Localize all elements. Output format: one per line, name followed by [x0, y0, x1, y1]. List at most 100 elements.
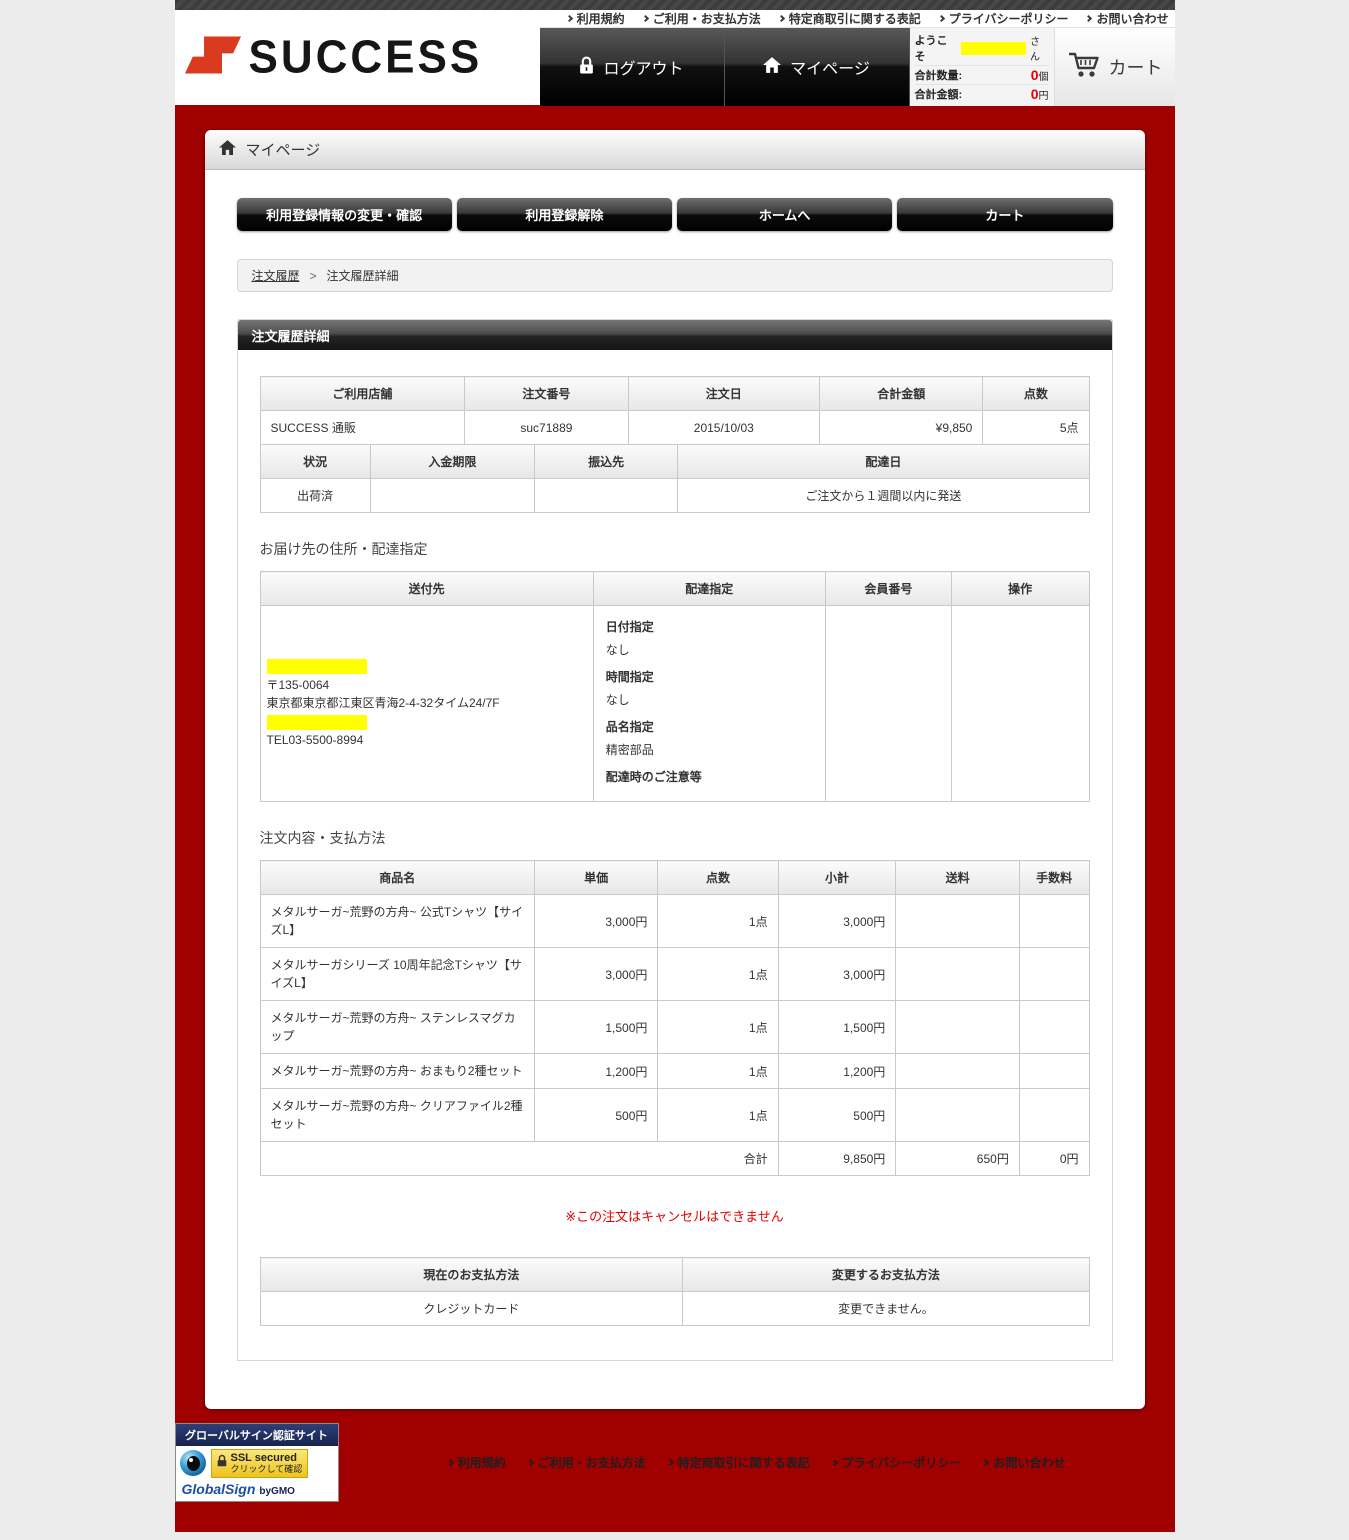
transfer-destination-value	[534, 479, 677, 513]
chevron-right-icon	[778, 15, 785, 22]
cart-icon	[1067, 50, 1101, 85]
redacted-address-part	[267, 715, 367, 730]
col-qty: 点数	[658, 861, 778, 895]
delivery-row: 〒135-0064 東京都東京都江東区青海2-4-32タイム24/7F TEL0…	[260, 606, 1089, 802]
breadcrumb-current: 注文履歴詳細	[327, 267, 399, 284]
breadcrumb-order-history-link[interactable]: 注文履歴	[252, 267, 300, 284]
seal-title: グローバルサイン認証サイト	[176, 1424, 338, 1446]
col-subtotal: 小計	[778, 861, 896, 895]
globalsign-brand: GlobalSign	[182, 1481, 256, 1497]
order-status-table: 状況 入金期限 振込先 配達日 出荷済 ご注文から１週間以内に発送	[260, 445, 1090, 513]
col-order-date: 注文日	[628, 377, 819, 411]
ssl-badge-text: SSL secured クリックして確認	[231, 1452, 303, 1475]
footer-link-privacy[interactable]: プライバシーポリシー	[832, 1454, 962, 1471]
nav-link-privacy[interactable]: プライバシーポリシー	[939, 10, 1069, 27]
order-number: suc71889	[465, 411, 628, 445]
card-inner: 利用登録情報の変更・確認 利用登録解除 ホームへ カート 注文履歴 > 注文履歴…	[205, 170, 1145, 1361]
item-row: メタルサーガ~荒野の方舟~ ステンレスマグカップ 1,500円 1点 1,500…	[260, 1001, 1089, 1054]
chevron-right-icon	[527, 1459, 534, 1466]
col-delivery-spec: 配達指定	[593, 572, 825, 606]
globalsign-seal[interactable]: グローバルサイン認証サイト SSL secured クリックして確認	[175, 1423, 339, 1502]
cart-button[interactable]: カート	[1055, 28, 1175, 106]
content-card: マイページ 利用登録情報の変更・確認 利用登録解除 ホームへ カート 注文履歴 …	[205, 130, 1145, 1409]
col-payment-deadline: 入金期限	[370, 445, 534, 479]
total-amount-value: 0	[1031, 86, 1039, 102]
footer-link-contact[interactable]: お問い合わせ	[983, 1454, 1065, 1471]
order-detail-panel: 注文履歴詳細 ご利用店舗 注文番号 注文日 合計金額 点数	[237, 319, 1113, 1361]
order-date: 2015/10/03	[628, 411, 819, 445]
footer-link-commerce-law[interactable]: 特定商取引に関する表記	[668, 1454, 810, 1471]
order-items-table: 商品名 単価 点数 小計 送料 手数料 メタルサーガ~荒野の方舟~ 公式Tシャツ…	[260, 860, 1090, 1176]
seal-body: SSL secured クリックして確認	[176, 1446, 338, 1481]
item-row: メタルサーガ~荒野の方舟~ クリアファイル2種セット 500円 1点 500円	[260, 1089, 1089, 1142]
chevron-right-icon	[1085, 15, 1092, 22]
home-button[interactable]: ホームへ	[677, 198, 892, 231]
payment-row: クレジットカード 変更できません。	[260, 1292, 1089, 1326]
ship-to-cell: 〒135-0064 東京都東京都江東区青海2-4-32タイム24/7F TEL0…	[260, 606, 593, 802]
home-icon	[763, 57, 781, 78]
order-status-row: 出荷済 ご注文から１週間以内に発送	[260, 479, 1089, 513]
col-ship-to: 送付先	[260, 572, 593, 606]
cart-nav-button[interactable]: カート	[897, 198, 1112, 231]
nav-link-commerce-law[interactable]: 特定商取引に関する表記	[779, 10, 921, 27]
postal-code: 〒135-0064	[267, 676, 587, 695]
order-summary-row: SUCCESS 通販 suc71889 2015/10/03 ¥9,850 5点	[260, 411, 1089, 445]
col-shipping: 送料	[896, 861, 1020, 895]
cancel-registration-button[interactable]: 利用登録解除	[457, 198, 672, 231]
mypage-button[interactable]: マイページ	[725, 28, 910, 106]
col-unit-price: 単価	[534, 861, 658, 895]
delivery-heading: お届け先の住所・配達指定	[260, 539, 1090, 559]
col-change-payment: 変更するお支払方法	[683, 1258, 1089, 1292]
footer-link-payment-guide[interactable]: ご利用・お支払方法	[528, 1454, 646, 1471]
footer-links: 利用規約 ご利用・お支払方法 特定商取引に関する表記 プライバシーポリシー お問…	[339, 1454, 1175, 1471]
chevron-right-icon	[982, 1459, 989, 1466]
payment-deadline-value	[370, 479, 534, 513]
redacted-recipient-name	[267, 657, 587, 676]
logout-button[interactable]: ログアウト	[540, 28, 725, 106]
col-current-payment: 現在のお支払方法	[260, 1258, 683, 1292]
globalsign-by-gmo: byGMO	[259, 1486, 295, 1497]
edit-registration-button[interactable]: 利用登録情報の変更・確認	[237, 198, 452, 231]
nav-link-terms[interactable]: 利用規約	[567, 10, 625, 27]
items-total-row: 合計 9,850円 650円 0円	[260, 1142, 1089, 1176]
delivery-date-value: ご注文から１週間以内に発送	[678, 479, 1089, 513]
section-body: ご利用店舗 注文番号 注文日 合計金額 点数 SUCCESS 通販 suc718…	[238, 350, 1112, 1360]
col-shop: ご利用店舗	[260, 377, 465, 411]
total-subtotal: 9,850円	[778, 1142, 896, 1176]
bottom-gap	[175, 1532, 1175, 1540]
logo[interactable]: SUCCESS	[175, 10, 540, 105]
globalsign-eye-icon	[180, 1450, 206, 1476]
total-shipping: 650円	[896, 1142, 1020, 1176]
header-right: 利用規約 ご利用・お支払方法 特定商取引に関する表記 プライバシーポリシー お問…	[540, 10, 1175, 105]
payment-table: 現在のお支払方法 変更するお支払方法 クレジットカード 変更できません。	[260, 1257, 1090, 1326]
top-strip	[175, 0, 1175, 10]
col-operation: 操作	[951, 572, 1089, 606]
action-button-row: 利用登録情報の変更・確認 利用登録解除 ホームへ カート	[237, 198, 1113, 231]
main-background: マイページ 利用登録情報の変更・確認 利用登録解除 ホームへ カート 注文履歴 …	[175, 105, 1175, 1532]
page-column: SUCCESS 利用規約 ご利用・お支払方法 特定商取引に関する表記 プライバシ…	[175, 0, 1175, 1540]
col-order-number: 注文番号	[465, 377, 628, 411]
col-item-count: 点数	[983, 377, 1089, 411]
total-label: 合計	[260, 1142, 778, 1176]
order-summary-table: ご利用店舗 注文番号 注文日 合計金額 点数 SUCCESS 通販 suc718…	[260, 376, 1090, 445]
lock-icon	[217, 1454, 227, 1472]
operation-cell	[951, 606, 1089, 802]
logo-text: SUCCESS	[249, 31, 483, 84]
address-line: 東京都東京都江東区青海2-4-32タイム24/7F	[267, 694, 587, 731]
order-items-heading: 注文内容・支払方法	[260, 828, 1090, 848]
welcome-row: ようこそ さん	[915, 31, 1049, 66]
top-nav: 利用規約 ご利用・お支払方法 特定商取引に関する表記 プライバシーポリシー お問…	[540, 10, 1175, 28]
nav-link-payment-guide[interactable]: ご利用・お支払方法	[643, 10, 761, 27]
nav-link-contact[interactable]: お問い合わせ	[1086, 10, 1168, 27]
home-icon	[219, 140, 236, 159]
chevron-right-icon	[667, 1459, 674, 1466]
footer-link-terms[interactable]: 利用規約	[448, 1454, 506, 1471]
total-qty-value: 0	[1031, 67, 1039, 83]
phone-number: TEL03-5500-8994	[267, 731, 587, 750]
total-qty-row: 合計数量: 0 個	[915, 66, 1049, 85]
change-payment-value: 変更できません。	[683, 1292, 1089, 1326]
current-payment-value: クレジットカード	[260, 1292, 683, 1326]
footer: グローバルサイン認証サイト SSL secured クリックして確認	[175, 1423, 1175, 1520]
chevron-right-icon	[938, 15, 945, 22]
member-number-cell	[825, 606, 951, 802]
